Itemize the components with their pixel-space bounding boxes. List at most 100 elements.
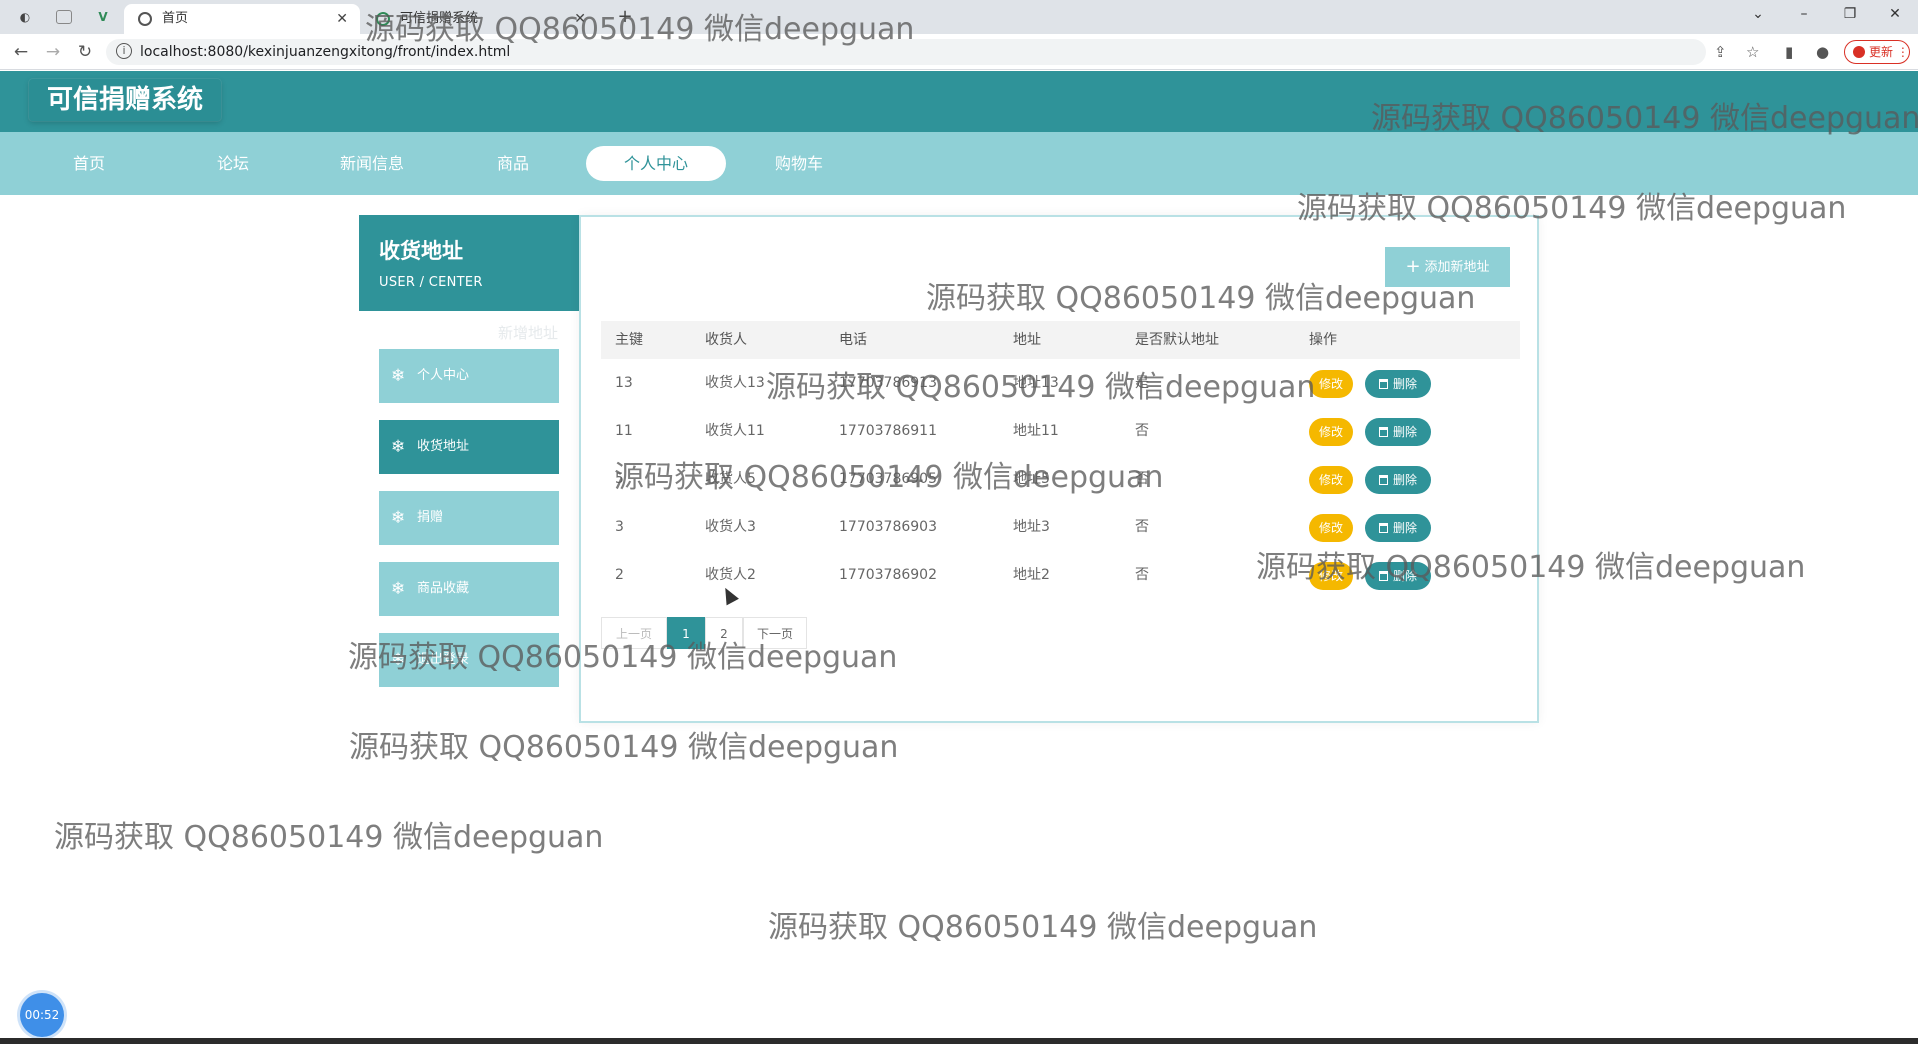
- recording-timer[interactable]: 00:52: [20, 993, 64, 1037]
- snowflake-icon: ❄: [391, 366, 406, 386]
- cell-id: 13: [615, 375, 633, 391]
- page-1-button[interactable]: 1: [667, 617, 705, 649]
- vue-tab-icon: [376, 12, 390, 26]
- page: ◐ V 首页 ✕ 可信捐赠系统 ✕ + ⌄ – ❐ ✕ ← → ↻ i loca…: [0, 0, 1918, 1044]
- edit-button[interactable]: 修改: [1309, 418, 1353, 446]
- cell-default: 否: [1135, 471, 1149, 487]
- tab-home-label: 首页: [162, 11, 189, 26]
- close-tab-icon[interactable]: ✕: [574, 4, 586, 34]
- cell-default: 否: [1135, 519, 1149, 535]
- url-field[interactable]: i localhost:8080/kexinjuanzengxitong/fro…: [106, 39, 1706, 65]
- delete-button[interactable]: 删除: [1365, 466, 1431, 494]
- delete-button[interactable]: 删除: [1365, 562, 1431, 590]
- tab-group-icon[interactable]: [56, 10, 72, 24]
- cell-address: 地址2: [1013, 567, 1050, 583]
- cell-address: 地址3: [1013, 519, 1050, 535]
- forward-icon[interactable]: →: [40, 40, 66, 64]
- close-tab-icon[interactable]: ✕: [336, 4, 348, 34]
- sidebar-item-favorites[interactable]: ❄ 商品收藏: [379, 562, 559, 616]
- delete-label: 删除: [1392, 569, 1417, 583]
- minimize-icon[interactable]: –: [1781, 0, 1827, 30]
- cell-receiver: 收货人11: [705, 423, 765, 439]
- sidebar-item-donation[interactable]: ❄ 捐赠: [379, 491, 559, 545]
- cell-receiver: 收货人5: [705, 471, 756, 487]
- sidebar-item-label: 退出登录: [417, 652, 470, 667]
- col-actions: 操作: [1309, 332, 1337, 348]
- col-address: 地址: [1013, 332, 1041, 348]
- tab-system[interactable]: 可信捐赠系统 ✕: [362, 4, 598, 34]
- address-panel: + 添加新地址 主键 收货人 电话 地址 是否默认地址 操作 13 收货人13 1…: [579, 215, 1539, 723]
- watermark: 源码获取 QQ86050149 微信deepguan: [54, 820, 604, 855]
- table-row: 2 收货人2 17703786902 地址2 否 修改 删除: [601, 551, 1520, 599]
- trash-icon: [1378, 571, 1388, 581]
- reload-icon[interactable]: ↻: [72, 40, 98, 64]
- edit-button[interactable]: 修改: [1309, 370, 1353, 398]
- browser-address-bar: ← → ↻ i localhost:8080/kexinjuanzengxito…: [0, 34, 1918, 70]
- add-address-button[interactable]: + 添加新地址: [1385, 247, 1510, 287]
- sidebar-item-address[interactable]: ❄ 收货地址: [379, 420, 559, 474]
- delete-label: 删除: [1392, 377, 1417, 391]
- update-label: 更新: [1869, 45, 1894, 59]
- close-window-icon[interactable]: ✕: [1872, 0, 1918, 30]
- nav-forum[interactable]: 论坛: [163, 146, 303, 181]
- cell-phone: 17703786903: [839, 519, 937, 535]
- cell-receiver: 收货人3: [705, 519, 756, 535]
- cell-id: 3: [615, 519, 624, 535]
- edit-button[interactable]: 修改: [1309, 514, 1353, 542]
- cell-address: 地址11: [1013, 423, 1059, 439]
- background-dialog-title: 新增地址: [498, 324, 559, 342]
- nav-user-center[interactable]: 个人中心: [586, 146, 726, 181]
- site-info-icon[interactable]: i: [116, 43, 132, 59]
- snowflake-icon: ❄: [391, 650, 406, 670]
- delete-button[interactable]: 删除: [1365, 418, 1431, 446]
- table-row: 11 收货人11 17703786911 地址11 否 修改 删除: [601, 407, 1520, 455]
- trash-icon: [1378, 475, 1388, 485]
- restore-icon[interactable]: ❐: [1827, 0, 1873, 30]
- back-icon[interactable]: ←: [8, 40, 34, 64]
- profile-icon[interactable]: ●: [1816, 43, 1829, 61]
- browser-menu-icon[interactable]: ◐: [16, 8, 34, 26]
- prev-page-button[interactable]: 上一页: [601, 617, 667, 649]
- sidebar-title: 收货地址: [379, 239, 463, 263]
- col-receiver: 收货人: [705, 332, 747, 348]
- edit-button[interactable]: 修改: [1309, 562, 1353, 590]
- new-tab-icon[interactable]: +: [616, 8, 634, 26]
- sidebar-item-label: 个人中心: [417, 368, 470, 383]
- update-button[interactable]: 更新 ⋮: [1844, 40, 1910, 64]
- cell-phone: 17703786905: [839, 471, 937, 487]
- tab-home[interactable]: 首页 ✕: [124, 4, 360, 34]
- address-table: 主键 收货人 电话 地址 是否默认地址 操作 13 收货人13 17703786…: [601, 321, 1520, 599]
- cell-id: 2: [615, 567, 624, 583]
- share-icon[interactable]: ⇪: [1714, 43, 1727, 61]
- url-text: localhost:8080/kexinjuanzengxitong/front…: [140, 44, 511, 60]
- site-logo-title[interactable]: 可信捐赠系统: [29, 79, 222, 121]
- sidebar-item-label: 商品收藏: [417, 581, 470, 596]
- delete-label: 删除: [1392, 473, 1417, 487]
- cell-phone: 17703786902: [839, 567, 937, 583]
- sidebar-item-user-center[interactable]: ❄ 个人中心: [379, 349, 559, 403]
- delete-button[interactable]: 删除: [1365, 370, 1431, 398]
- table-row: 3 收货人3 17703786903 地址3 否 修改 删除: [601, 503, 1520, 551]
- nav-home[interactable]: 首页: [19, 146, 159, 181]
- side-panel-icon[interactable]: ▮: [1785, 43, 1793, 61]
- nav-news[interactable]: 新闻信息: [302, 146, 442, 181]
- cell-receiver: 收货人13: [705, 375, 765, 391]
- watermark: 源码获取 QQ86050149 微信deepguan: [349, 730, 899, 765]
- edit-button[interactable]: 修改: [1309, 466, 1353, 494]
- cell-id: 11: [615, 423, 633, 439]
- bookmark-star-icon[interactable]: ☆: [1746, 43, 1759, 61]
- page-2-button[interactable]: 2: [705, 617, 743, 649]
- vue-icon[interactable]: V: [94, 8, 112, 26]
- cell-address: 地址13: [1013, 375, 1059, 391]
- delete-button[interactable]: 删除: [1365, 514, 1431, 542]
- cell-phone: 17703786911: [839, 423, 937, 439]
- sidebar-subtitle: USER / CENTER: [379, 275, 483, 290]
- nav-goods[interactable]: 商品: [443, 146, 583, 181]
- trash-icon: [1378, 427, 1388, 437]
- tab-search-icon[interactable]: ⌄: [1735, 0, 1781, 30]
- next-page-button[interactable]: 下一页: [743, 617, 807, 649]
- nav-cart[interactable]: 购物车: [729, 146, 869, 181]
- delete-label: 删除: [1392, 425, 1417, 439]
- sidebar-item-logout[interactable]: ❄ 退出登录: [379, 633, 559, 687]
- taskbar-edge: [0, 1038, 1918, 1044]
